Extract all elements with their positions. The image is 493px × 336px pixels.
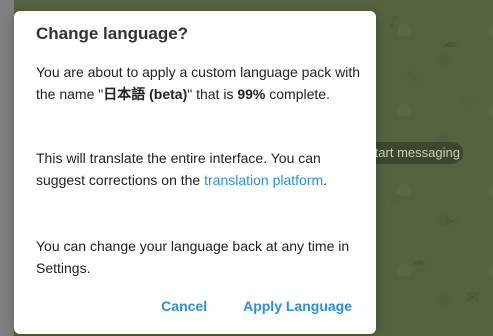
language-pack-name: 日本語 (beta) — [103, 86, 188, 102]
message-text: . — [323, 172, 328, 188]
message-text: complete. — [265, 86, 330, 102]
dialog-message-settings: You can change your language back at any… — [36, 238, 350, 276]
dialog-message-translate: This will translate the entire interface… — [36, 147, 366, 191]
sidebar-background — [0, 0, 14, 336]
dialog-title: Change language? — [36, 24, 189, 43]
cancel-button[interactable]: Cancel — [161, 298, 207, 314]
message-text: " that is — [187, 86, 238, 102]
translation-platform-link[interactable]: translation platform — [204, 172, 323, 188]
completion-percent: 99% — [237, 86, 266, 102]
change-language-dialog: Change language? You are about to apply … — [14, 11, 376, 334]
chat-doodle-pattern: ♪ ☁ ✎ ♡ ☆ ✂ ☂ ✉ — [386, 12, 480, 307]
dialog-message-custom-pack: You are about to apply a custom language… — [36, 61, 366, 105]
apply-language-button[interactable]: Apply Language — [243, 298, 352, 314]
dialog-actions: Cancel Apply Language — [161, 298, 352, 314]
